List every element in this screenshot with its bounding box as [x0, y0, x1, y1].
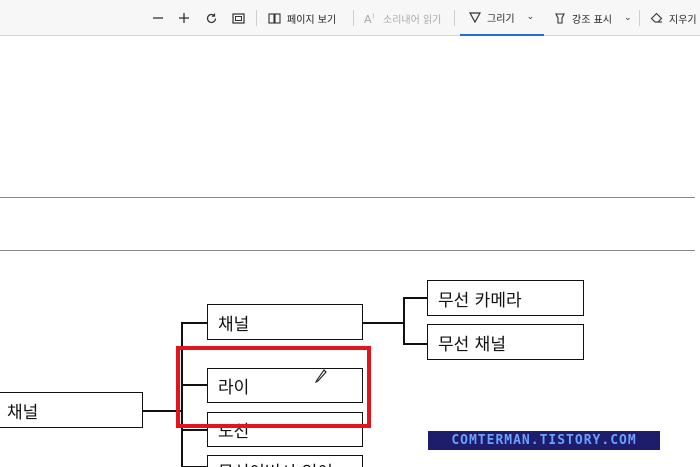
eraser-icon — [650, 12, 663, 23]
page-rule — [0, 197, 695, 198]
node-label: 채널 — [7, 402, 39, 423]
mindmap-node: 무선이버시 인이 — [207, 455, 363, 467]
draw-button[interactable]: 그리기 ⌄ — [460, 0, 544, 36]
read-aloud-label: 소리내어 읽기 — [383, 14, 442, 26]
highlight-label: 강조 표시 — [572, 14, 612, 26]
draw-label: 그리기 — [487, 13, 515, 25]
watermark: COMTERMAN.TISTORY.COM — [428, 431, 660, 450]
connector-line — [403, 343, 428, 345]
draw-icon — [469, 12, 481, 23]
read-aloud-button[interactable]: A) 소리내어 읽기 — [364, 0, 441, 36]
connector-line — [181, 322, 207, 324]
connector-line — [403, 297, 405, 344]
chevron-down-icon[interactable]: ⌄ — [527, 12, 535, 22]
mindmap-node: 채널 — [207, 304, 363, 340]
connector-line — [181, 429, 207, 431]
node-label: 무선이버시 인이 — [218, 458, 333, 467]
annotation-highlight-box — [176, 346, 371, 428]
node-label: 채널 — [218, 314, 250, 335]
mindmap-leaf-node: 무선 채널 — [427, 324, 584, 360]
toolbar-divider — [256, 10, 257, 26]
svg-text:A: A — [364, 13, 372, 25]
rotate-icon — [206, 13, 217, 23]
page-view-label: 페이지 보기 — [287, 14, 337, 26]
connector-line — [362, 322, 404, 324]
mindmap-leaf-node: 무선 카메라 — [427, 280, 584, 316]
toolbar-divider — [353, 10, 354, 26]
zoom-out-button[interactable] — [152, 0, 164, 36]
chevron-down-icon[interactable]: ⌄ — [624, 13, 632, 23]
node-label: 무선 채널 — [438, 334, 506, 355]
zoom-in-button[interactable] — [178, 0, 190, 36]
mindmap-root-node: 채널 — [0, 392, 143, 428]
toolbar-divider — [639, 10, 640, 26]
read-aloud-icon: A) — [364, 13, 374, 25]
plus-icon — [179, 13, 189, 23]
erase-button[interactable]: 지우기 — [650, 0, 697, 36]
toolbar-divider — [454, 10, 455, 26]
pdf-toolbar: 페이지 보기 A) 소리내어 읽기 그리기 ⌄ 강조 표시 ⌄ 지우기 — [0, 0, 700, 36]
svg-text:): ) — [372, 13, 374, 20]
rotate-button[interactable] — [205, 0, 218, 36]
connector-line — [403, 297, 428, 299]
highlighter-icon — [555, 13, 565, 24]
page-rule — [0, 250, 695, 251]
highlight-button[interactable]: 강조 표시 ⌄ — [554, 0, 632, 36]
fit-page-icon — [232, 12, 245, 24]
erase-label: 지우기 — [669, 14, 697, 26]
page-view-button[interactable]: 페이지 보기 — [268, 0, 336, 36]
node-label: 무선 카메라 — [438, 290, 522, 311]
fit-page-button[interactable] — [232, 0, 245, 36]
minus-icon — [153, 17, 163, 19]
page-view-icon — [268, 12, 281, 24]
